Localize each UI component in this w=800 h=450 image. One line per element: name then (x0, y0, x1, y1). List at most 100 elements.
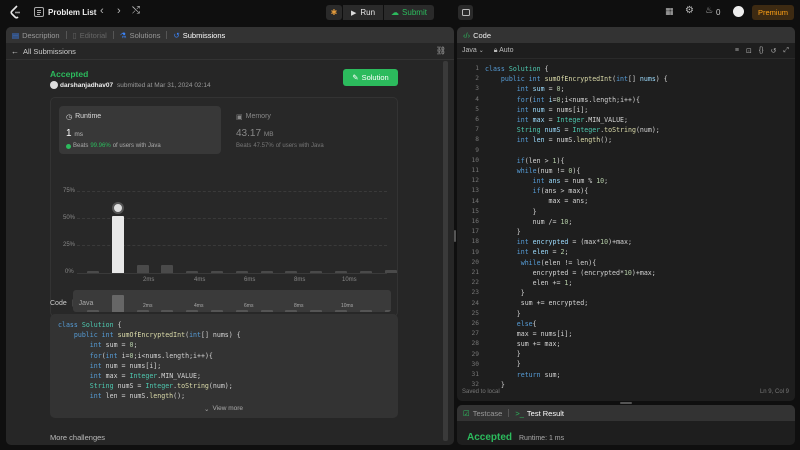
left-tab-bar: ▤ Description ▯ Editorial ⚗ Solutions ↺ Subm… (6, 27, 454, 43)
description-icon: ▤ (12, 30, 20, 40)
memory-beats: Beats 47.57% of users with Java (236, 143, 324, 149)
bar[interactable] (310, 270, 323, 273)
submitted-code-block: class Solution { public int sumOfEncrypt… (50, 314, 398, 418)
memory-value: 43.17 (236, 128, 262, 139)
chevron-down-icon: ⌄ (478, 48, 484, 54)
bar[interactable] (384, 269, 397, 273)
bar[interactable] (161, 265, 174, 273)
tab-editorial[interactable]: ▯ Editorial (73, 31, 107, 40)
code-icon: ‹/› (463, 30, 471, 40)
note-icon (461, 9, 470, 16)
lock-icon: 🔒︎ (493, 46, 498, 54)
premium-button[interactable]: Premium (752, 5, 794, 20)
x-tick-2ms: 2ms (143, 277, 155, 283)
grid-line (77, 191, 387, 192)
mini-x-tick-6ms: 6ms (244, 303, 254, 309)
test-result-panel: ☑ Testcase >_ Test Result Accepted Runtime… (457, 405, 795, 445)
tab-submissions[interactable]: ↺ Submissions (173, 31, 225, 40)
submit-button[interactable]: ☁ Submit (384, 5, 434, 20)
problem-list-link[interactable]: Problem List (48, 8, 96, 17)
username[interactable]: darshanjadhav07 (60, 82, 113, 89)
debug-button[interactable]: ✱ (326, 5, 342, 20)
leetcode-logo[interactable] (10, 5, 22, 19)
vertical-splitter[interactable] (454, 230, 456, 242)
bar[interactable] (359, 270, 372, 273)
tab-testcase[interactable]: ☑ Testcase (463, 409, 502, 418)
braces-icon[interactable]: {} (759, 47, 764, 55)
code-editor[interactable]: class Solution { public int sumOfEncrypt… (485, 64, 790, 390)
mini-bar (384, 310, 391, 312)
bar[interactable] (235, 270, 248, 273)
format-icon[interactable]: ≡ (735, 47, 739, 55)
mini-bar (136, 309, 149, 312)
bar-your-runtime[interactable] (111, 216, 124, 273)
horizontal-splitter[interactable] (620, 402, 632, 404)
auto-mode[interactable]: 🔒︎ Auto (494, 47, 514, 55)
play-icon: ▶ (350, 9, 357, 17)
book-icon: ▯ (72, 30, 77, 40)
memory-unit: MB (263, 131, 274, 138)
solution-button[interactable]: ✎ Solution (343, 69, 398, 86)
reset-icon[interactable]: ↺ (771, 47, 777, 55)
mini-x-tick-4ms: 4ms (194, 303, 204, 309)
bookmark-icon[interactable]: ⊡ (746, 47, 752, 55)
bar[interactable] (87, 270, 99, 273)
tab-description[interactable]: ▤ Description (12, 31, 60, 40)
runtime-unit: ms (74, 131, 84, 138)
editor-tab-bar: ‹/› Code (457, 27, 795, 43)
mini-bar (161, 309, 174, 312)
back-arrow-icon[interactable]: ← (11, 47, 19, 56)
prev-problem-icon[interactable]: ‹ (100, 5, 104, 17)
memory-card[interactable]: ▣ Memory 43.17 MB Beats 47.57% of users w… (231, 106, 393, 154)
runtime-value: 1 (66, 128, 72, 139)
settings-gear-icon[interactable]: ⚙ (685, 5, 694, 16)
chip-icon: ▣ (236, 114, 243, 121)
mini-bar (87, 310, 99, 312)
left-scrollbar[interactable] (443, 61, 448, 441)
x-tick-4ms: 4ms (194, 277, 206, 283)
all-submissions-link[interactable]: All Submissions (23, 47, 76, 56)
bar[interactable] (211, 270, 223, 273)
run-button[interactable]: ▶ Run (343, 5, 383, 20)
shuffle-icon[interactable]: ⤭ (132, 5, 140, 16)
link-icon[interactable]: ⛓ (436, 46, 446, 55)
fullscreen-icon[interactable]: ⤢ (783, 47, 789, 55)
header-divider: | (71, 300, 74, 307)
tab-divider (112, 31, 114, 39)
bar[interactable] (335, 270, 347, 273)
bar[interactable] (285, 270, 298, 273)
language-select[interactable]: Java ⌄ (462, 47, 484, 54)
view-more-link[interactable]: ⌄ View more (204, 405, 243, 413)
code-section-header: Code | Java (50, 300, 94, 307)
notes-button[interactable] (458, 5, 473, 20)
result-status: Accepted (467, 432, 513, 443)
y-tick-75: 75% (63, 188, 76, 194)
list-icon[interactable] (34, 7, 44, 20)
left-panel: ▤ Description ▯ Editorial ⚗ Solutions ↺ Subm… (6, 27, 454, 445)
top-bar: Problem List ‹ › ⤭ ✱ ▶ Run ☁ Submit ▦ ⚙ ♨ … (0, 0, 800, 25)
y-tick-0: 0% (65, 269, 74, 275)
layout-icon[interactable]: ▦ (665, 6, 674, 17)
next-problem-icon[interactable]: › (117, 5, 121, 17)
mini-bar (285, 310, 298, 312)
cloud-upload-icon: ☁ (391, 8, 400, 17)
tab-code[interactable]: ‹/› Code (463, 31, 491, 40)
bar[interactable] (136, 265, 149, 273)
saved-status: Saved to local (462, 389, 500, 395)
memory-header: ▣ Memory (236, 113, 271, 121)
tab-solutions[interactable]: ⚗ Solutions (120, 31, 161, 40)
terminal-icon: >_ (515, 408, 524, 418)
range-selector[interactable]: 2ms 4ms 6ms 8ms 10ms (73, 290, 391, 312)
streak-fire-icon[interactable]: ♨ (705, 5, 713, 16)
y-tick-25: 25% (63, 242, 76, 248)
bar[interactable] (260, 270, 273, 273)
checkbox-icon: ☑ (463, 408, 470, 418)
check-circle-icon (66, 143, 71, 149)
tab-test-result[interactable]: >_ Test Result (515, 409, 564, 418)
runtime-beats: Beats 99.96% of users with Java (66, 143, 161, 149)
clock-icon: ◷ (66, 114, 73, 121)
runtime-card[interactable]: ◷ Runtime 1 ms Beats 99.96% of users with… (59, 106, 221, 154)
avatar[interactable] (733, 6, 744, 17)
tab-divider (508, 409, 510, 417)
bar[interactable] (186, 270, 199, 273)
